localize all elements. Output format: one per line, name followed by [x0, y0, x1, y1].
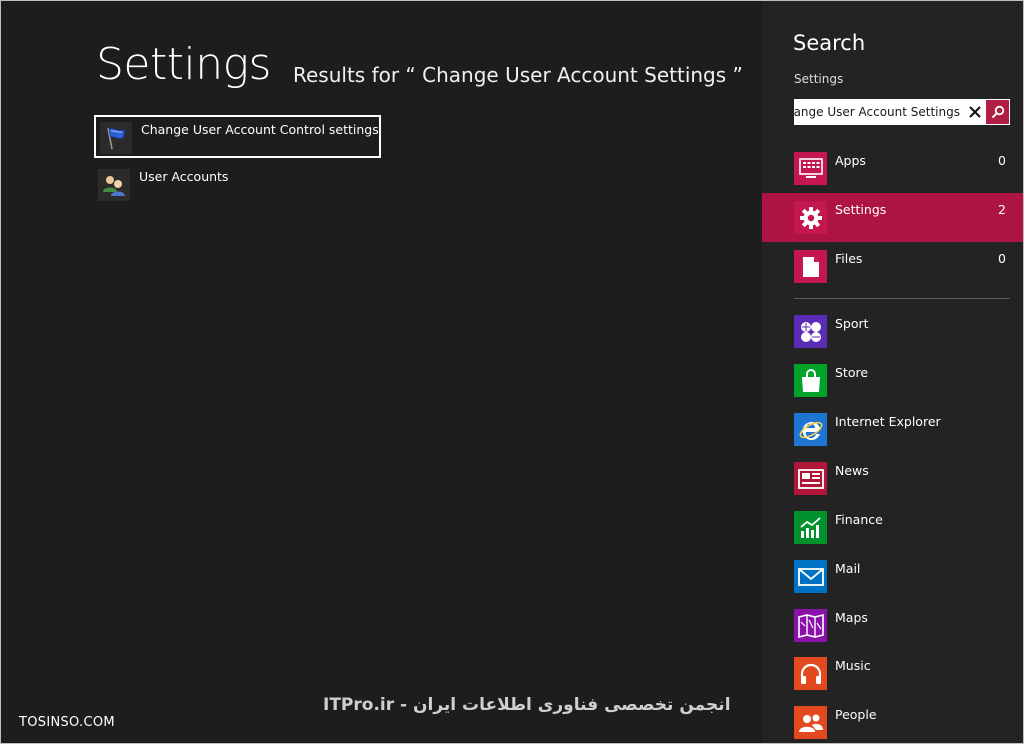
app-store[interactable]: Store — [762, 356, 1023, 405]
apps-icon — [794, 152, 827, 185]
uac-flag-icon — [100, 122, 132, 154]
app-label: Music — [835, 658, 871, 673]
app-label: Finance — [835, 512, 883, 527]
result-label: User Accounts — [139, 169, 229, 184]
search-input[interactable] — [794, 99, 960, 125]
app-label: Internet Explorer — [835, 414, 941, 429]
search-box — [794, 99, 1010, 125]
result-label: Change User Account Control settings — [141, 122, 379, 137]
maps-icon — [794, 609, 827, 642]
page-title: Settings — [96, 39, 271, 90]
app-label: News — [835, 463, 869, 478]
search-pane: Search Settings Change User Account Sett… — [762, 1, 1023, 743]
finance-icon — [794, 511, 827, 544]
app-label: Store — [835, 365, 869, 380]
app-label: People — [835, 707, 877, 722]
watermark-itpro: ITPro.ir - انجمن تخصصی فناوری اطلاعات ای… — [323, 695, 731, 715]
internet-explorer-icon — [794, 413, 827, 446]
category-label: Settings — [835, 202, 887, 217]
category-count: 2 — [998, 202, 1006, 217]
headphones-icon — [794, 657, 827, 690]
result-change-uac-settings[interactable]: Change User Account Control settings — [94, 115, 381, 158]
search-icon — [991, 105, 1004, 119]
mail-icon — [794, 560, 827, 593]
app-label: Maps — [835, 610, 868, 625]
app-sport[interactable]: Sport — [762, 307, 1023, 356]
app-mail[interactable]: Mail — [762, 552, 1023, 601]
store-icon — [794, 364, 827, 397]
screen: Settings Results for “ Change User Accou… — [1, 1, 1023, 743]
divider — [794, 298, 1010, 299]
app-label: Sport — [835, 316, 869, 331]
category-label: Apps — [835, 153, 866, 168]
category-label: Files — [835, 251, 863, 266]
watermark-tosinso: TOSINSO.COM — [19, 715, 115, 730]
search-scope-label: Settings — [794, 72, 844, 86]
category-files[interactable]: Files 0 — [762, 242, 1023, 291]
category-count: 0 — [998, 251, 1006, 266]
people-icon — [794, 706, 827, 739]
app-maps[interactable]: Maps — [762, 601, 1023, 650]
category-settings[interactable]: Settings 2 — [762, 193, 1023, 242]
category-count: 0 — [998, 153, 1006, 168]
app-internet-explorer[interactable]: Internet Explorer — [762, 405, 1023, 454]
app-finance[interactable]: Finance — [762, 503, 1023, 552]
result-user-accounts[interactable]: User Accounts — [94, 164, 381, 207]
app-people[interactable]: People — [762, 698, 1023, 743]
close-icon — [969, 106, 981, 118]
app-label: Mail — [835, 561, 861, 576]
news-icon — [794, 462, 827, 495]
user-accounts-icon — [98, 169, 130, 201]
gear-icon — [794, 201, 827, 234]
app-news[interactable]: News — [762, 454, 1023, 503]
search-button[interactable] — [986, 100, 1009, 124]
clear-search-button[interactable] — [964, 99, 986, 125]
search-pane-title: Search — [793, 31, 866, 55]
category-apps[interactable]: Apps 0 — [762, 144, 1023, 193]
file-icon — [794, 250, 827, 283]
sport-icon — [794, 315, 827, 348]
app-music[interactable]: Music — [762, 649, 1023, 698]
results-heading: Results for “ Change User Account Settin… — [293, 63, 743, 87]
